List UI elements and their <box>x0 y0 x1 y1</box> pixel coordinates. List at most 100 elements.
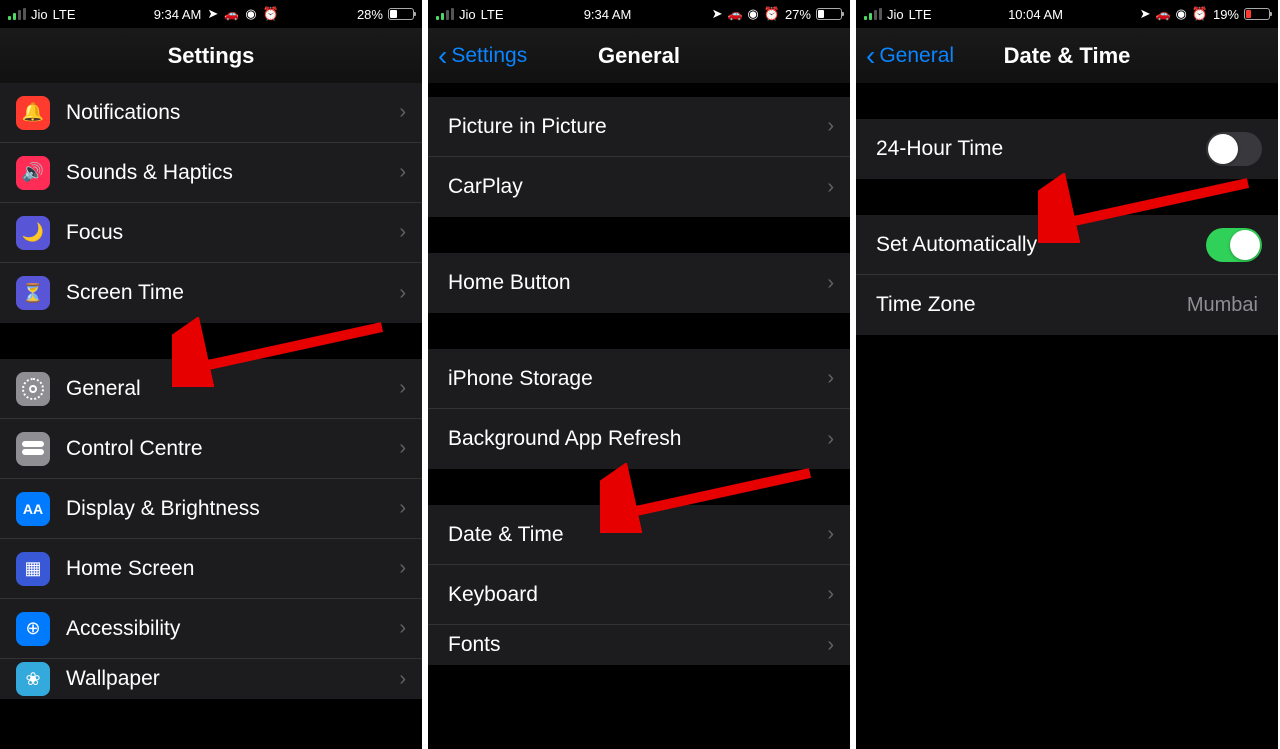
row-icon: ▦ <box>16 552 50 586</box>
toggle-switch[interactable] <box>1206 132 1262 166</box>
location-icon: ➤ <box>207 6 218 22</box>
row-label: Wallpaper <box>66 667 399 691</box>
settings-row[interactable]: Background App Refresh › <box>428 409 850 469</box>
phone-screen: Jio LTE 10:04 AM ➤ 🚗 ◉ ⏰ 19% ‹ General D… <box>856 0 1278 749</box>
back-label: Settings <box>451 44 527 68</box>
settings-row[interactable]: Keyboard › <box>428 565 850 625</box>
chevron-right-icon: › <box>399 668 406 691</box>
carrier-label: Jio <box>459 7 476 22</box>
row-label: Set Automatically <box>876 233 1206 257</box>
row-label: Picture in Picture <box>448 115 827 139</box>
list-group: Home Button › <box>428 253 850 313</box>
row-label: CarPlay <box>448 175 827 199</box>
row-label: Date & Time <box>448 523 827 547</box>
section-gap <box>428 217 850 253</box>
row-icon: ❀ <box>25 669 40 690</box>
signal-icon <box>8 8 26 20</box>
network-label: LTE <box>481 7 504 22</box>
section-gap <box>856 83 1278 119</box>
settings-row[interactable]: AA Display & Brightness › <box>0 479 422 539</box>
row-label: Home Screen <box>66 557 399 581</box>
page-title: General <box>598 43 680 69</box>
chevron-right-icon: › <box>827 367 834 390</box>
row-icon: ⏳ <box>16 276 50 310</box>
toggle-switch[interactable] <box>1206 228 1262 262</box>
alarm-icon: ⏰ <box>263 6 279 22</box>
phone-screen: Jio LTE 9:34 AM ➤ 🚗 ◉ ⏰ 28% Settings 🔔 N… <box>0 0 422 749</box>
settings-row[interactable]: 24-Hour Time <box>856 119 1278 179</box>
car-icon: 🚗 <box>1155 7 1170 21</box>
settings-row[interactable]: Time Zone Mumbai <box>856 275 1278 335</box>
network-label: LTE <box>53 7 76 22</box>
row-icon: 🌙 <box>16 216 50 250</box>
settings-row[interactable]: Set Automatically <box>856 215 1278 275</box>
battery-pct: 27% <box>785 7 811 22</box>
chevron-right-icon: › <box>827 176 834 199</box>
battery-icon <box>1244 8 1270 20</box>
back-button[interactable]: ‹ General <box>866 42 954 70</box>
settings-row[interactable]: 🔔 Notifications › <box>0 83 422 143</box>
row-icon: ⊕ <box>16 612 50 646</box>
battery-icon <box>816 8 842 20</box>
status-time: 9:34 AM ➤ 🚗 ◉ ⏰ <box>154 6 279 22</box>
row-icon: ❀ <box>16 662 50 696</box>
settings-row[interactable]: Picture in Picture › <box>428 97 850 157</box>
row-icon: 🔊 <box>16 156 50 190</box>
chevron-right-icon: › <box>399 101 406 124</box>
row-icon: AA <box>16 492 50 526</box>
row-label: Keyboard <box>448 583 827 607</box>
row-label: Sounds & Haptics <box>66 161 399 185</box>
row-icon: 🌙 <box>22 222 44 243</box>
settings-row[interactable]: ⏳ Screen Time › <box>0 263 422 323</box>
chevron-right-icon: › <box>827 272 834 295</box>
settings-row[interactable]: iPhone Storage › <box>428 349 850 409</box>
row-label: Screen Time <box>66 281 399 305</box>
network-label: LTE <box>909 7 932 22</box>
page-title: Settings <box>168 43 255 69</box>
settings-row[interactable]: ⊕ Accessibility › <box>0 599 422 659</box>
chevron-right-icon: › <box>399 617 406 640</box>
list-group: 🔔 Notifications › 🔊 Sounds & Haptics › 🌙… <box>0 83 422 323</box>
settings-row[interactable]: 🌙 Focus › <box>0 203 422 263</box>
settings-row[interactable]: ▦ Home Screen › <box>0 539 422 599</box>
row-label: Home Button <box>448 271 827 295</box>
settings-row[interactable]: 🔊 Sounds & Haptics › <box>0 143 422 203</box>
row-icon: 🔔 <box>22 102 44 123</box>
row-label: Time Zone <box>876 293 1187 317</box>
status-bar: Jio LTE 9:34 AM ➤ 🚗 ◉ ⏰ 27% <box>428 0 850 28</box>
row-icon: ⊕ <box>25 618 40 639</box>
nav-bar: ‹ General Date & Time <box>856 28 1278 83</box>
settings-row[interactable]: Fonts › <box>428 625 850 665</box>
battery-icon <box>388 8 414 20</box>
row-label: General <box>66 377 399 401</box>
settings-row[interactable]: Control Centre › <box>0 419 422 479</box>
settings-row[interactable]: Home Button › <box>428 253 850 313</box>
row-label: Background App Refresh <box>448 427 827 451</box>
battery-pct: 19% <box>1213 7 1239 22</box>
signal-icon <box>436 8 454 20</box>
row-label: Display & Brightness <box>66 497 399 521</box>
list-group: Set Automatically Time Zone Mumbai <box>856 215 1278 335</box>
list-group: General › Control Centre › AA Display & … <box>0 359 422 699</box>
target-icon: ◉ <box>747 6 758 22</box>
text-size-icon: AA <box>23 501 43 517</box>
settings-row[interactable]: Date & Time › <box>428 505 850 565</box>
nav-bar: ‹ Settings General <box>428 28 850 83</box>
row-label: Control Centre <box>66 437 399 461</box>
settings-row[interactable]: General › <box>0 359 422 419</box>
row-label: Focus <box>66 221 399 245</box>
row-label: Accessibility <box>66 617 399 641</box>
carrier-label: Jio <box>887 7 904 22</box>
settings-row[interactable]: CarPlay › <box>428 157 850 217</box>
chevron-left-icon: ‹ <box>866 42 875 70</box>
location-icon: ➤ <box>712 6 723 22</box>
location-icon: ➤ <box>1140 6 1151 22</box>
back-button[interactable]: ‹ Settings <box>438 42 527 70</box>
settings-row[interactable]: ❀ Wallpaper › <box>0 659 422 699</box>
chevron-right-icon: › <box>399 437 406 460</box>
chevron-right-icon: › <box>827 428 834 451</box>
page-title: Date & Time <box>1004 43 1131 69</box>
row-label: Notifications <box>66 101 399 125</box>
chevron-right-icon: › <box>399 497 406 520</box>
alarm-icon: ⏰ <box>1192 6 1208 22</box>
